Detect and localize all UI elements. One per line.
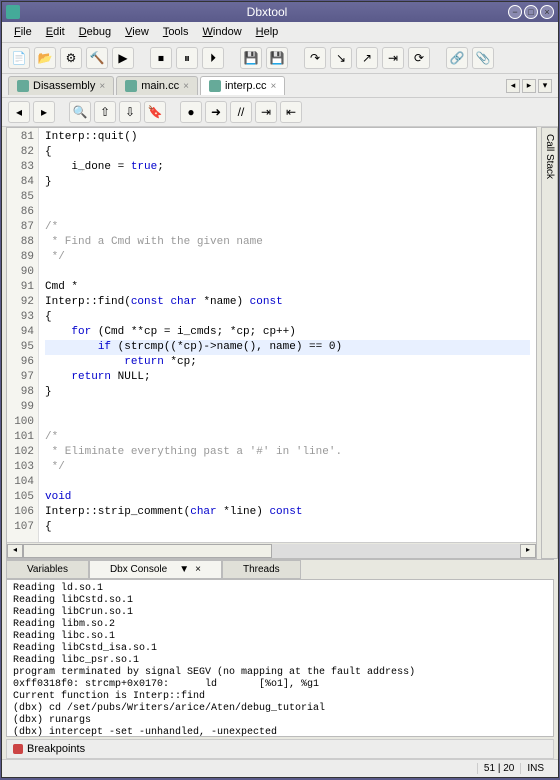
tab-variables[interactable]: Variables bbox=[6, 560, 89, 579]
callstack-tab[interactable]: Call Stack bbox=[541, 127, 558, 559]
close-button[interactable]: × bbox=[540, 5, 554, 19]
pc-icon[interactable]: ➜ bbox=[205, 101, 227, 123]
breakpoint-icon bbox=[13, 744, 23, 754]
close-icon[interactable]: × bbox=[271, 81, 277, 92]
horizontal-scrollbar[interactable]: ◂ ▸ bbox=[7, 542, 536, 558]
detach-icon[interactable]: 📎 bbox=[472, 47, 494, 69]
stepout-icon[interactable]: ↗ bbox=[356, 47, 378, 69]
file-icon bbox=[17, 80, 29, 92]
file-icon bbox=[209, 80, 221, 92]
bottom-panel-tabs: Variables Dbx Console ▼ × Threads bbox=[6, 559, 554, 579]
main-toolbar: 📄 📂 ⚙ 🔨 ▶ ⏹ ⏸ ⏵ 💾 💾 ↷ ↘ ↗ ⇥ ⟳ 🔗 📎 bbox=[2, 43, 558, 74]
pause-icon[interactable]: ⏸ bbox=[176, 47, 198, 69]
comment-icon[interactable]: // bbox=[230, 101, 252, 123]
cursor-position: 51 | 20 bbox=[477, 763, 520, 774]
run-icon[interactable]: ▶ bbox=[112, 47, 134, 69]
code-area[interactable]: Interp::quit(){ i_done = true;} /* * Fin… bbox=[39, 128, 536, 542]
app-icon bbox=[6, 5, 20, 19]
menu-view[interactable]: View bbox=[119, 24, 155, 40]
tab-prev-button[interactable]: ◂ bbox=[506, 79, 520, 93]
attach-icon[interactable]: 🔗 bbox=[446, 47, 468, 69]
insert-mode: INS bbox=[520, 763, 550, 774]
tab-label: Dbx Console bbox=[110, 564, 167, 575]
menu-tools[interactable]: Tools bbox=[157, 24, 195, 40]
code-editor[interactable]: 8182838485868788899091929394959697989910… bbox=[7, 128, 536, 542]
breakpoints-panel-button[interactable]: Breakpoints bbox=[6, 739, 554, 759]
stepinto-icon[interactable]: ↘ bbox=[330, 47, 352, 69]
menu-file[interactable]: File bbox=[8, 24, 38, 40]
chevron-down-icon[interactable]: ▼ bbox=[179, 564, 189, 575]
tab-threads[interactable]: Threads bbox=[222, 560, 301, 579]
window-title: Dbxtool bbox=[26, 5, 508, 19]
editor-tabs: Disassembly × main.cc × interp.cc × ◂ ▸ … bbox=[2, 74, 558, 98]
scroll-thumb[interactable] bbox=[23, 544, 272, 558]
menubar: File Edit Debug View Tools Window Help bbox=[2, 22, 558, 43]
minimize-button[interactable]: − bbox=[508, 5, 522, 19]
tab-disassembly[interactable]: Disassembly × bbox=[8, 76, 114, 95]
scroll-left-button[interactable]: ◂ bbox=[7, 544, 23, 558]
findprev-icon[interactable]: ⇧ bbox=[94, 101, 116, 123]
menu-help[interactable]: Help bbox=[250, 24, 285, 40]
scroll-right-button[interactable]: ▸ bbox=[520, 544, 536, 558]
tab-menu-button[interactable]: ▾ bbox=[538, 79, 552, 93]
open-icon[interactable]: 📂 bbox=[34, 47, 56, 69]
forward-icon[interactable]: ▸ bbox=[33, 101, 55, 123]
indent-icon[interactable]: ⇥ bbox=[255, 101, 277, 123]
tab-dbx-console[interactable]: Dbx Console ▼ × bbox=[89, 560, 222, 579]
saveall-icon[interactable]: 💾 bbox=[266, 47, 288, 69]
close-icon[interactable]: × bbox=[195, 564, 201, 575]
build-icon[interactable]: 🔨 bbox=[86, 47, 108, 69]
menu-edit[interactable]: Edit bbox=[40, 24, 71, 40]
tab-next-button[interactable]: ▸ bbox=[522, 79, 536, 93]
tab-main-cc[interactable]: main.cc × bbox=[116, 76, 198, 95]
find-icon[interactable]: 🔍 bbox=[69, 101, 91, 123]
line-gutter: 8182838485868788899091929394959697989910… bbox=[7, 128, 39, 542]
tab-label: main.cc bbox=[141, 80, 179, 92]
menu-debug[interactable]: Debug bbox=[73, 24, 117, 40]
file-icon bbox=[125, 80, 137, 92]
titlebar: Dbxtool − □ × bbox=[2, 2, 558, 22]
dbx-console[interactable]: Reading ld.so.1Reading libCstd.so.1Readi… bbox=[6, 579, 554, 737]
findnext-icon[interactable]: ⇩ bbox=[119, 101, 141, 123]
runto-icon[interactable]: ⇥ bbox=[382, 47, 404, 69]
stop-icon[interactable]: ⏹ bbox=[150, 47, 172, 69]
stepover-icon[interactable]: ↷ bbox=[304, 47, 326, 69]
back-icon[interactable]: ◂ bbox=[8, 101, 30, 123]
tab-interp-cc[interactable]: interp.cc × bbox=[200, 76, 285, 95]
new-project-icon[interactable]: 📄 bbox=[8, 47, 30, 69]
config-icon[interactable]: ⚙ bbox=[60, 47, 82, 69]
editor-toolbar: ◂ ▸ 🔍 ⇧ ⇩ 🔖 ● ➜ // ⇥ ⇤ bbox=[2, 98, 558, 127]
maximize-button[interactable]: □ bbox=[524, 5, 538, 19]
bookmark-icon[interactable]: 🔖 bbox=[144, 101, 166, 123]
tab-label: Disassembly bbox=[33, 80, 95, 92]
statusbar: 51 | 20 INS bbox=[2, 759, 558, 777]
tab-label: interp.cc bbox=[225, 80, 267, 92]
restart-icon[interactable]: ⟳ bbox=[408, 47, 430, 69]
save-icon[interactable]: 💾 bbox=[240, 47, 262, 69]
close-icon[interactable]: × bbox=[99, 81, 105, 92]
outdent-icon[interactable]: ⇤ bbox=[280, 101, 302, 123]
breakpoints-label: Breakpoints bbox=[27, 743, 85, 755]
menu-window[interactable]: Window bbox=[197, 24, 248, 40]
continue-icon[interactable]: ⏵ bbox=[202, 47, 224, 69]
close-icon[interactable]: × bbox=[183, 81, 189, 92]
breakpoint-icon[interactable]: ● bbox=[180, 101, 202, 123]
